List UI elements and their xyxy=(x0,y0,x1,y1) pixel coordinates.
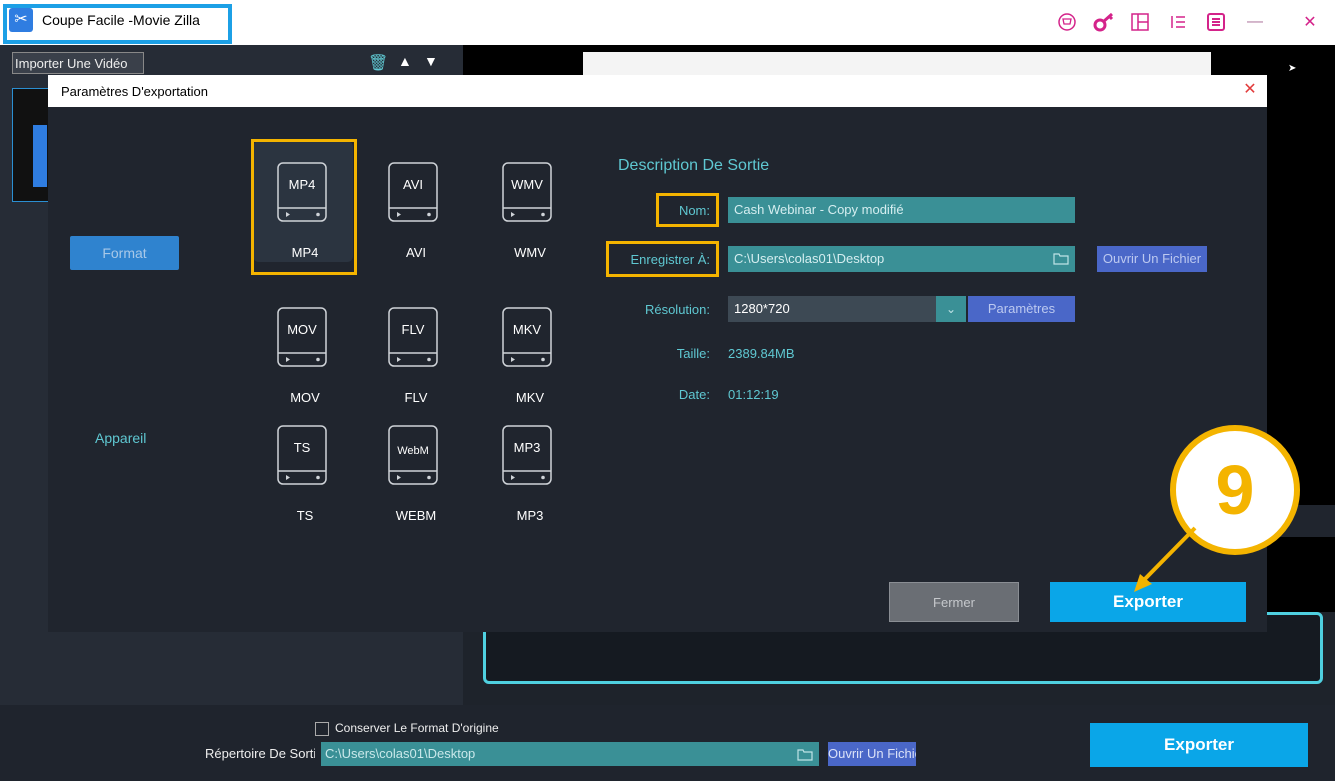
output-dir-label: Répertoire De Sortie: xyxy=(205,746,315,761)
dialog-close-icon[interactable]: ✕ xyxy=(1240,80,1260,100)
trash-icon[interactable]: 🗑 xyxy=(368,53,388,73)
format-icon-label: MP3 xyxy=(513,440,541,455)
format-icon-label: WMV xyxy=(511,177,543,192)
close-window-icon[interactable]: ✕ xyxy=(1298,10,1322,34)
folder-icon[interactable] xyxy=(1053,251,1069,265)
save-to-field[interactable]: C:\Users\colas01\Desktop xyxy=(728,246,1075,272)
format-option-wmv[interactable]: WMV WMV xyxy=(475,137,585,260)
import-video-button[interactable]: Importer Une Vidéo xyxy=(12,52,144,74)
format-icon-label: FLV xyxy=(401,322,425,337)
format-option-flv[interactable]: FLV FLV xyxy=(361,282,471,405)
minimize-icon[interactable]: — xyxy=(1243,10,1267,34)
output-dir-field[interactable]: C:\Users\colas01\Desktop xyxy=(321,742,819,766)
name-field[interactable]: Cash Webinar - Copy modifié xyxy=(728,197,1075,223)
cursor-icon: ➤ xyxy=(1288,63,1297,74)
keep-format-label: Conserver Le Format D'origine xyxy=(335,721,499,735)
main-export-button[interactable]: Exporter xyxy=(1090,723,1308,767)
file-format-icon: MP3 xyxy=(502,425,552,485)
file-format-icon: MKV xyxy=(502,307,552,367)
format-name: AVI xyxy=(406,245,426,260)
save-to-label: Enregistrer À: xyxy=(630,252,710,267)
name-label: Nom: xyxy=(678,203,710,218)
bottom-open-file-button[interactable]: Ouvrir Un Fichier xyxy=(828,742,916,766)
format-name: TS xyxy=(296,508,314,523)
thumbnail-image xyxy=(33,125,47,187)
menu-icon[interactable] xyxy=(1204,10,1228,34)
format-option-ts[interactable]: TS TS xyxy=(250,400,360,523)
arrow-up-icon[interactable]: ▲ xyxy=(398,53,412,69)
date-value: 01:12:19 xyxy=(728,387,779,402)
tab-format[interactable]: Format xyxy=(70,236,179,270)
file-format-icon: WMV xyxy=(502,162,552,222)
close-button[interactable]: Fermer xyxy=(889,582,1019,622)
keep-format-checkbox[interactable] xyxy=(315,722,329,736)
format-name: MP3 xyxy=(516,508,544,523)
tab-device[interactable]: Appareil xyxy=(95,430,146,446)
file-format-icon: AVI xyxy=(388,162,438,222)
settings-button[interactable]: Paramètres xyxy=(968,296,1075,322)
format-option-avi[interactable]: AVI AVI xyxy=(361,137,471,260)
size-label: Taille: xyxy=(676,346,710,361)
cart-icon[interactable] xyxy=(1055,10,1079,34)
mp4-highlight xyxy=(251,139,357,275)
file-format-icon: WebM xyxy=(388,425,438,485)
scissors-icon: ✂ xyxy=(9,8,33,32)
format-name: WMV xyxy=(514,245,546,260)
resolution-select[interactable]: 1280*720 xyxy=(728,296,936,322)
format-icon-label: TS xyxy=(293,440,311,455)
date-label: Date: xyxy=(678,387,710,402)
key-icon[interactable] xyxy=(1092,10,1116,34)
format-icon-label: MOV xyxy=(287,322,317,337)
layout-icon[interactable] xyxy=(1128,10,1152,34)
size-value: 2389.84MB xyxy=(728,346,795,361)
format-icon-label: MKV xyxy=(512,322,542,337)
format-name: WEBM xyxy=(395,508,437,523)
file-format-icon: FLV xyxy=(388,307,438,367)
dialog-title: Paramètres D'exportation xyxy=(61,84,208,99)
annotation-arrow xyxy=(1134,526,1197,592)
format-option-mov[interactable]: MOV MOV xyxy=(250,282,360,405)
resolution-label: Résolution: xyxy=(644,302,710,317)
dialog-header xyxy=(48,75,1267,107)
output-description-heading: Description De Sortie xyxy=(618,157,770,174)
file-format-icon: MOV xyxy=(277,307,327,367)
format-option-mp3[interactable]: MP3 MP3 xyxy=(475,400,585,523)
file-format-icon: TS xyxy=(277,425,327,485)
format-icon-label: WebM xyxy=(397,445,429,457)
format-option-webm[interactable]: WebM WEBM xyxy=(361,400,471,523)
list-settings-icon[interactable] xyxy=(1166,10,1190,34)
open-file-button[interactable]: Ouvrir Un Fichier xyxy=(1097,246,1207,272)
arrow-down-icon[interactable]: ▼ xyxy=(424,53,438,69)
format-option-mkv[interactable]: MKV MKV xyxy=(475,282,585,405)
format-icon-label: AVI xyxy=(403,177,423,192)
app-title: Coupe Facile -Movie Zilla xyxy=(42,12,200,28)
folder-icon[interactable] xyxy=(797,747,813,761)
chevron-down-icon[interactable]: ⌄ xyxy=(936,296,966,322)
